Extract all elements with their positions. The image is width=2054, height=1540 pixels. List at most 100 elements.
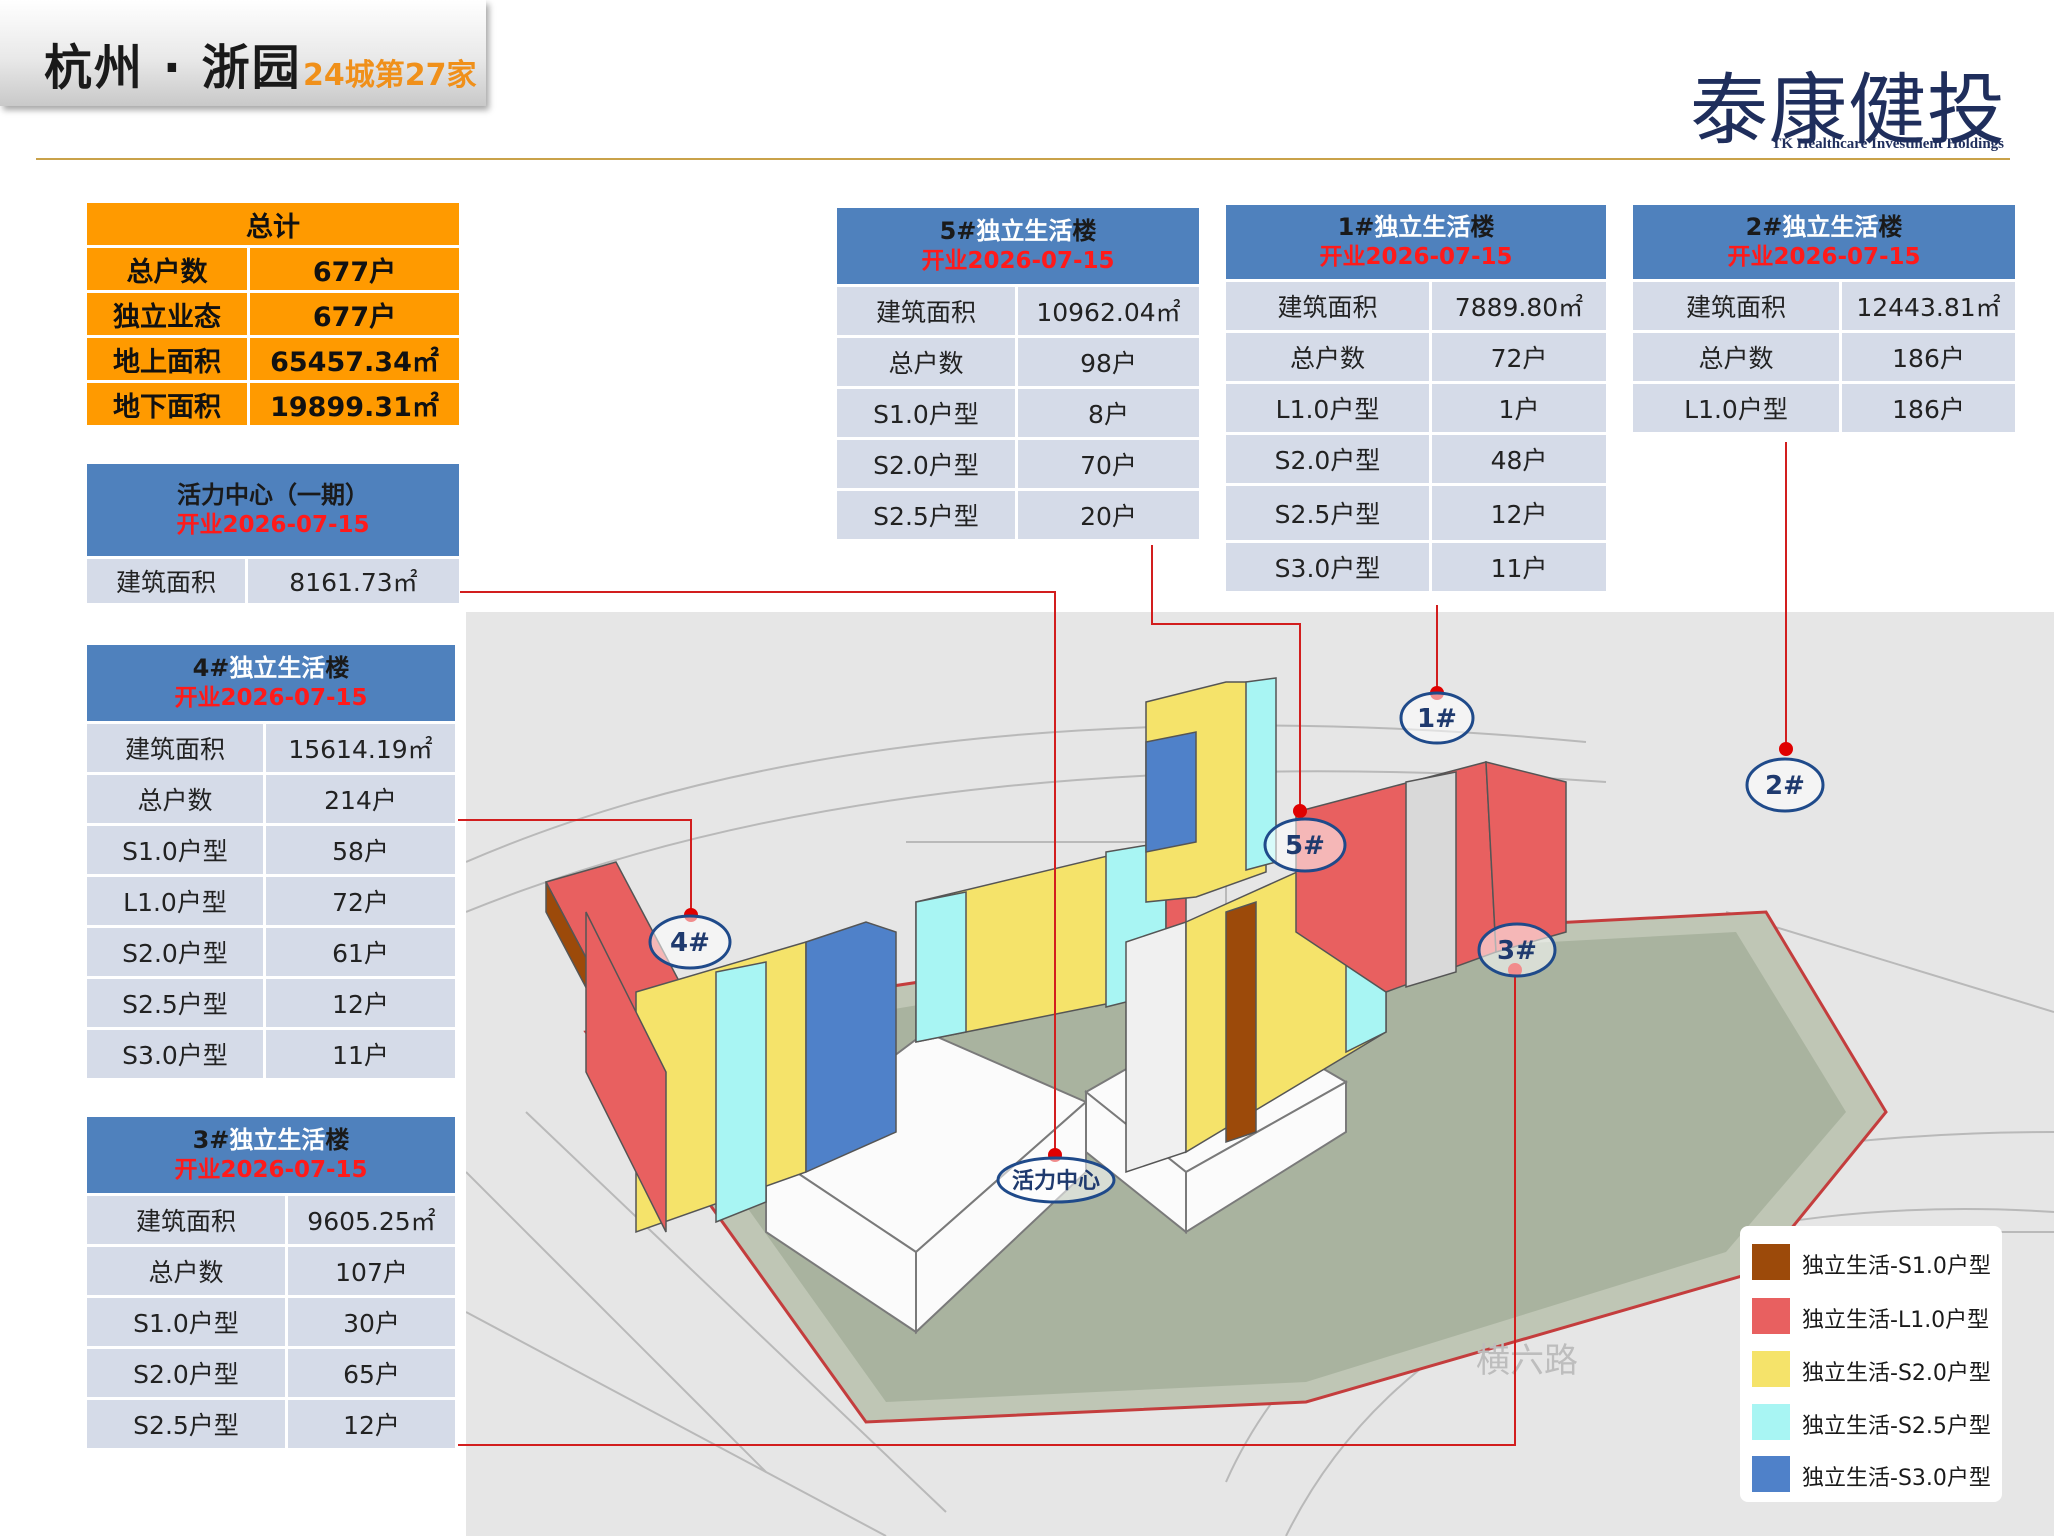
table-cell-value: 19899.31㎡: [250, 383, 459, 425]
legend-label: 独立生活-S2.0户型: [1802, 1361, 1991, 1386]
table-cell-label: L1.0户型: [87, 877, 263, 925]
legend-swatch: [1752, 1456, 1790, 1492]
legend-swatch: [1752, 1404, 1790, 1440]
table-cell-label: 独立业态: [87, 293, 247, 335]
table-cell-value: 8161.73㎡: [248, 559, 459, 603]
table-header: 3#独立生活楼 开业2026-07-15: [87, 1117, 455, 1193]
table-cell-value: 61户: [266, 928, 455, 976]
table-cell-value: 7889.80㎡: [1432, 282, 1606, 330]
table-cell-value: 72户: [266, 877, 455, 925]
table-cell-label: 总户数: [1633, 333, 1839, 381]
legend-swatch: [1752, 1351, 1790, 1387]
totals-table: 总计 总户数 677户 独立业态 677户 地上面积 65457.34㎡ 地下面积 19…: [84, 200, 462, 428]
building-5-table: 5#独立生活楼 开业2026-07-15 建筑面积 10962.04㎡ 总户数 98…: [834, 205, 1202, 542]
table-title: 活力中心（一期）: [177, 481, 369, 509]
legend-label: 独立生活-S3.0户型: [1802, 1466, 1991, 1491]
table-cell-label: S3.0户型: [1226, 543, 1429, 591]
table-cell-label: S1.0户型: [87, 826, 263, 874]
table-cell-value: 12户: [1432, 486, 1606, 540]
legend-swatch: [1752, 1244, 1790, 1280]
vitality-center-table: 活力中心（一期） 开业2026-07-15 建筑面积 8161.73㎡: [84, 461, 462, 606]
title-suffix: 楼: [1470, 213, 1495, 241]
legend-label: 独立生活-L1.0户型: [1802, 1308, 1990, 1333]
title-number: 2#: [1745, 213, 1783, 241]
marker-label-center: 活力中心: [1012, 1169, 1100, 1194]
table-cell-label: 建筑面积: [1633, 282, 1839, 330]
legend-swatch: [1752, 1298, 1790, 1334]
opening-date: 开业2026-07-15: [1319, 244, 1513, 270]
marker-label-5: 5#: [1285, 831, 1325, 861]
table-cell-value: 12443.81㎡: [1842, 282, 2015, 330]
leader-line-4: [458, 819, 692, 915]
table-cell-value: 30户: [288, 1298, 455, 1346]
table-cell-label: S2.5户型: [1226, 486, 1429, 540]
table-cell-label: S2.0户型: [837, 440, 1015, 488]
legend-label: 独立生活-S1.0户型: [1802, 1254, 1991, 1279]
table-cell-label: S2.0户型: [1226, 435, 1429, 483]
opening-date: 开业2026-07-15: [921, 248, 1115, 274]
totals-title: 总计: [87, 203, 459, 245]
title-number: 4#: [192, 654, 230, 682]
table-header: 1#独立生活楼 开业2026-07-15: [1226, 205, 1606, 279]
table-cell-value: 1户: [1432, 384, 1606, 432]
table-cell-value: 70户: [1018, 440, 1199, 488]
marker-label-4: 4#: [670, 928, 710, 958]
building-1-table: 1#独立生活楼 开业2026-07-15 建筑面积 7889.80㎡ 总户数 72户…: [1223, 202, 1609, 594]
leader-line-center: [460, 591, 1056, 1155]
table-cell-value: 677户: [250, 293, 459, 335]
table-cell-label: 总户数: [87, 248, 247, 290]
table-cell-value: 12户: [288, 1400, 455, 1448]
table-cell-value: 677户: [250, 248, 459, 290]
leader-line-3: [458, 970, 1516, 1446]
table-cell-label: L1.0户型: [1226, 384, 1429, 432]
marker-label-2: 2#: [1765, 771, 1805, 801]
table-cell-label: S2.5户型: [87, 1400, 285, 1448]
opening-date: 开业2026-07-15: [174, 1157, 368, 1183]
table-header: 5#独立生活楼 开业2026-07-15: [837, 208, 1199, 284]
table-cell-label: 建筑面积: [87, 559, 245, 603]
table-cell-label: S1.0户型: [87, 1298, 285, 1346]
table-cell-value: 9605.25㎡: [288, 1196, 455, 1244]
table-cell-label: 建筑面积: [87, 1196, 285, 1244]
table-header: 2#独立生活楼 开业2026-07-15: [1633, 205, 2015, 279]
title-suffix: 楼: [1878, 213, 1903, 241]
table-cell-label: S2.5户型: [837, 491, 1015, 539]
table-cell-label: 建筑面积: [837, 287, 1015, 335]
marker-label-1: 1#: [1417, 704, 1457, 734]
table-cell-label: 总户数: [87, 775, 263, 823]
legend-label: 独立生活-S2.5户型: [1802, 1414, 1991, 1439]
table-cell-label: S2.0户型: [87, 1349, 285, 1397]
table-cell-value: 214户: [266, 775, 455, 823]
title-type: 独立生活: [1782, 213, 1879, 241]
table-cell-value: 98户: [1018, 338, 1199, 386]
table-cell-value: 10962.04㎡: [1018, 287, 1199, 335]
opening-date: 开业2026-07-15: [1727, 244, 1921, 270]
title-type: 独立生活: [976, 217, 1073, 245]
table-cell-label: S2.5户型: [87, 979, 263, 1027]
table-header: 4#独立生活楼 开业2026-07-15: [87, 645, 455, 721]
table-cell-label: S3.0户型: [87, 1030, 263, 1078]
opening-date: 开业2026-07-15: [174, 685, 368, 711]
table-cell-value: 11户: [1432, 543, 1606, 591]
table-cell-value: 8户: [1018, 389, 1199, 437]
table-cell-value: 107户: [288, 1247, 455, 1295]
title-suffix: 楼: [1072, 217, 1097, 245]
table-cell-value: 20户: [1018, 491, 1199, 539]
marker-dot-5: [1293, 804, 1307, 818]
table-cell-label: S2.0户型: [87, 928, 263, 976]
table-cell-label: 总户数: [1226, 333, 1429, 381]
legend: 独立生活-S1.0户型 独立生活-L1.0户型 独立生活-S2.0户型 独立生活…: [1740, 1226, 2002, 1502]
table-cell-value: 65户: [288, 1349, 455, 1397]
title-type: 独立生活: [229, 1126, 326, 1154]
title-suffix: 楼: [325, 1126, 350, 1154]
table-cell-label: S1.0户型: [837, 389, 1015, 437]
table-cell-label: 建筑面积: [1226, 282, 1429, 330]
marker-dot-2: [1779, 742, 1793, 756]
table-cell-value: 11户: [266, 1030, 455, 1078]
table-cell-label: 总户数: [837, 338, 1015, 386]
table-cell-label: 地下面积: [87, 383, 247, 425]
title-type: 独立生活: [229, 654, 326, 682]
marker-label-3: 3#: [1497, 936, 1537, 966]
table-cell-label: L1.0户型: [1633, 384, 1839, 432]
opening-date: 开业2026-07-15: [176, 512, 370, 538]
